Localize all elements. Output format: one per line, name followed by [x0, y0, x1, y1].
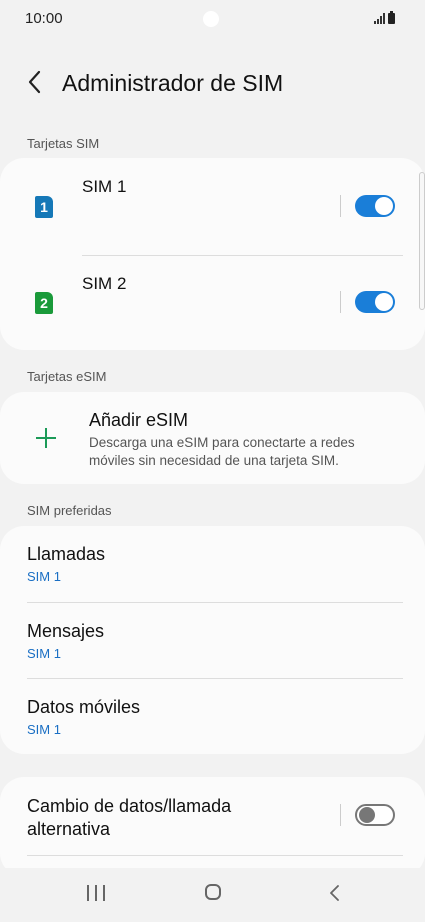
back-arrow-icon[interactable] [22, 68, 50, 96]
recents-icon[interactable] [87, 885, 105, 901]
data-switch-toggle[interactable] [355, 804, 395, 826]
page-title: Administrador de SIM [62, 70, 284, 96]
battery-icon [388, 11, 395, 24]
status-time: 10:00 [25, 10, 63, 27]
add-esim-title: Añadir eSIM [89, 410, 189, 430]
messages-value: SIM 1 [27, 646, 61, 661]
status-icons [374, 11, 395, 24]
section-label-esim: Tarjetas eSIM [27, 369, 107, 384]
data-switch-title: Cambio de datos/llamada alternativa [27, 796, 232, 839]
calls-value: SIM 1 [27, 569, 61, 584]
sim-2-name: SIM 2 [82, 274, 127, 293]
section-label-preferred: SIM preferidas [27, 503, 112, 518]
divider [27, 855, 403, 856]
plus-icon [34, 426, 58, 450]
home-icon[interactable] [205, 884, 221, 900]
nav-back-icon[interactable] [326, 884, 344, 902]
signal-icon [374, 12, 385, 24]
scrollbar[interactable] [419, 172, 425, 310]
sim-1-toggle[interactable] [355, 195, 395, 217]
add-esim-description: Descarga una eSIM para conectarte a rede… [89, 435, 355, 468]
messages-title: Mensajes [27, 621, 105, 641]
mobile-data-title: Datos móviles [27, 697, 141, 717]
sim-2-badge-icon: 2 [35, 292, 53, 314]
camera-cutout [203, 11, 219, 27]
sim-1-name: SIM 1 [82, 177, 127, 196]
divider [340, 804, 341, 826]
sim-2-toggle[interactable] [355, 291, 395, 313]
divider [340, 291, 341, 313]
divider [340, 195, 341, 217]
mobile-data-value: SIM 1 [27, 722, 61, 737]
sim-1-badge-icon: 1 [35, 196, 53, 218]
calls-title: Llamadas [27, 544, 106, 564]
section-label-sim-cards: Tarjetas SIM [27, 136, 100, 151]
